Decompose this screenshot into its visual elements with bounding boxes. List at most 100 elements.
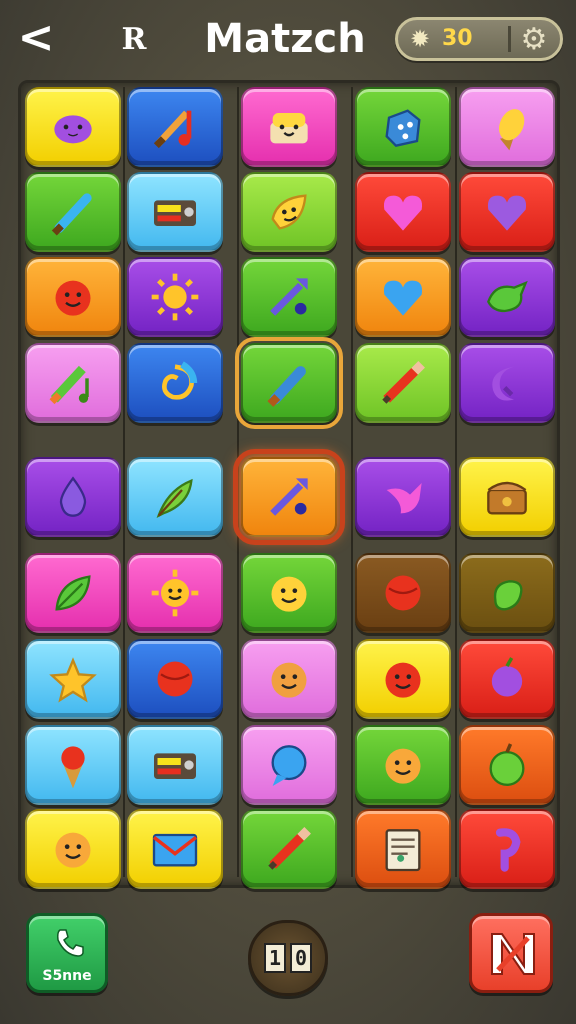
game-tile[interactable] bbox=[25, 343, 121, 423]
phone-icon bbox=[57, 929, 84, 957]
pencil-icon bbox=[357, 345, 449, 421]
call-button-label: S5nne bbox=[42, 968, 92, 984]
purple-moon-icon bbox=[461, 345, 553, 421]
game-tile[interactable] bbox=[127, 725, 223, 805]
column-divider bbox=[123, 87, 125, 877]
document-icon bbox=[357, 811, 449, 887]
move-counter: 1 0 bbox=[248, 920, 328, 996]
radio-icon bbox=[129, 174, 221, 250]
yellow-star-icon bbox=[27, 641, 119, 717]
column-divider bbox=[455, 87, 457, 877]
game-tile[interactable] bbox=[241, 725, 337, 805]
game-tile[interactable] bbox=[25, 257, 121, 337]
game-tile[interactable] bbox=[355, 257, 451, 337]
top-bar: < R Matzch ✹ 30 ⚙ bbox=[0, 0, 576, 78]
smiling-face-icon bbox=[243, 555, 335, 631]
game-tile[interactable] bbox=[235, 337, 343, 429]
arrow-note-icon bbox=[243, 459, 335, 535]
game-tile[interactable] bbox=[25, 639, 121, 719]
red-face-icon bbox=[357, 641, 449, 717]
game-board bbox=[18, 80, 560, 889]
game-tile[interactable] bbox=[459, 172, 555, 252]
coin-counter[interactable]: ✹ 30 ⚙ bbox=[395, 17, 563, 61]
purple-note-icon bbox=[461, 811, 553, 887]
game-tile[interactable] bbox=[459, 553, 555, 633]
envelope-icon bbox=[129, 811, 221, 887]
game-tile[interactable] bbox=[127, 809, 223, 889]
game-tile[interactable] bbox=[127, 257, 223, 337]
ice-cream-icon bbox=[461, 89, 553, 165]
game-tile[interactable] bbox=[355, 172, 451, 252]
game-tile[interactable] bbox=[233, 449, 345, 545]
game-tile[interactable] bbox=[25, 809, 121, 889]
speech-bubble-icon bbox=[243, 727, 335, 803]
game-tile[interactable] bbox=[459, 725, 555, 805]
game-tile[interactable] bbox=[127, 172, 223, 252]
orange-face-icon bbox=[357, 727, 449, 803]
game-tile[interactable] bbox=[355, 725, 451, 805]
game-tile[interactable] bbox=[241, 172, 337, 252]
game-tile[interactable] bbox=[25, 725, 121, 805]
game-tile[interactable] bbox=[127, 457, 223, 537]
game-tile[interactable] bbox=[241, 639, 337, 719]
red-ball-icon bbox=[129, 641, 221, 717]
game-tile[interactable] bbox=[25, 172, 121, 252]
radio-icon bbox=[129, 727, 221, 803]
green-bean-icon bbox=[461, 555, 553, 631]
game-tile[interactable] bbox=[25, 87, 121, 167]
cookie-face-icon bbox=[243, 641, 335, 717]
divider bbox=[508, 26, 511, 52]
game-tile[interactable] bbox=[459, 457, 555, 537]
purple-heart-icon bbox=[461, 174, 553, 250]
pink-heart-icon bbox=[357, 174, 449, 250]
game-tile[interactable] bbox=[241, 257, 337, 337]
game-tile[interactable] bbox=[127, 343, 223, 423]
ice-cream-cone-icon bbox=[27, 727, 119, 803]
game-tile[interactable] bbox=[355, 87, 451, 167]
green-note-icon bbox=[27, 345, 119, 421]
green-leaf-icon bbox=[27, 555, 119, 631]
shuffle-button[interactable] bbox=[469, 913, 553, 993]
logo-letter: R bbox=[121, 22, 147, 57]
game-tile[interactable] bbox=[25, 457, 121, 537]
smiling-cake-icon bbox=[243, 89, 335, 165]
green-apple-icon bbox=[461, 727, 553, 803]
game-tile[interactable] bbox=[459, 257, 555, 337]
column-divider bbox=[237, 87, 239, 877]
game-tile[interactable] bbox=[459, 343, 555, 423]
red-face-icon bbox=[27, 259, 119, 335]
game-tile[interactable] bbox=[459, 809, 555, 889]
counter-digit: 0 bbox=[290, 943, 312, 973]
game-tile[interactable] bbox=[127, 553, 223, 633]
game-tile[interactable] bbox=[241, 553, 337, 633]
sun-icon bbox=[129, 259, 221, 335]
back-button[interactable]: < bbox=[14, 14, 58, 62]
sun-coin-icon: ✹ bbox=[410, 25, 431, 53]
game-tile[interactable] bbox=[127, 639, 223, 719]
settings-gear-icon[interactable]: ⚙ bbox=[516, 23, 552, 57]
game-tile[interactable] bbox=[355, 553, 451, 633]
arrow-note-icon bbox=[243, 259, 335, 335]
purple-fruit-icon bbox=[461, 641, 553, 717]
game-tile[interactable] bbox=[355, 343, 451, 423]
game-tile[interactable] bbox=[355, 457, 451, 537]
game-tile[interactable] bbox=[355, 639, 451, 719]
call-button[interactable]: S5nne bbox=[26, 913, 108, 993]
game-tile[interactable] bbox=[459, 639, 555, 719]
brush-icon bbox=[243, 345, 335, 421]
game-tile[interactable] bbox=[241, 809, 337, 889]
game-tile[interactable] bbox=[459, 87, 555, 167]
counter-digit: 1 bbox=[264, 943, 286, 973]
game-tile[interactable] bbox=[127, 87, 223, 167]
game-tile[interactable] bbox=[25, 553, 121, 633]
blue-heart-icon bbox=[357, 259, 449, 335]
brush-note-icon bbox=[129, 89, 221, 165]
green-bird-icon bbox=[461, 259, 553, 335]
red-ball-icon bbox=[357, 555, 449, 631]
game-tile[interactable] bbox=[355, 809, 451, 889]
smiling-leaf-icon bbox=[243, 174, 335, 250]
treasure-chest-icon bbox=[461, 459, 553, 535]
game-title: Matzch bbox=[204, 16, 366, 62]
feather-icon bbox=[129, 459, 221, 535]
game-tile[interactable] bbox=[241, 87, 337, 167]
